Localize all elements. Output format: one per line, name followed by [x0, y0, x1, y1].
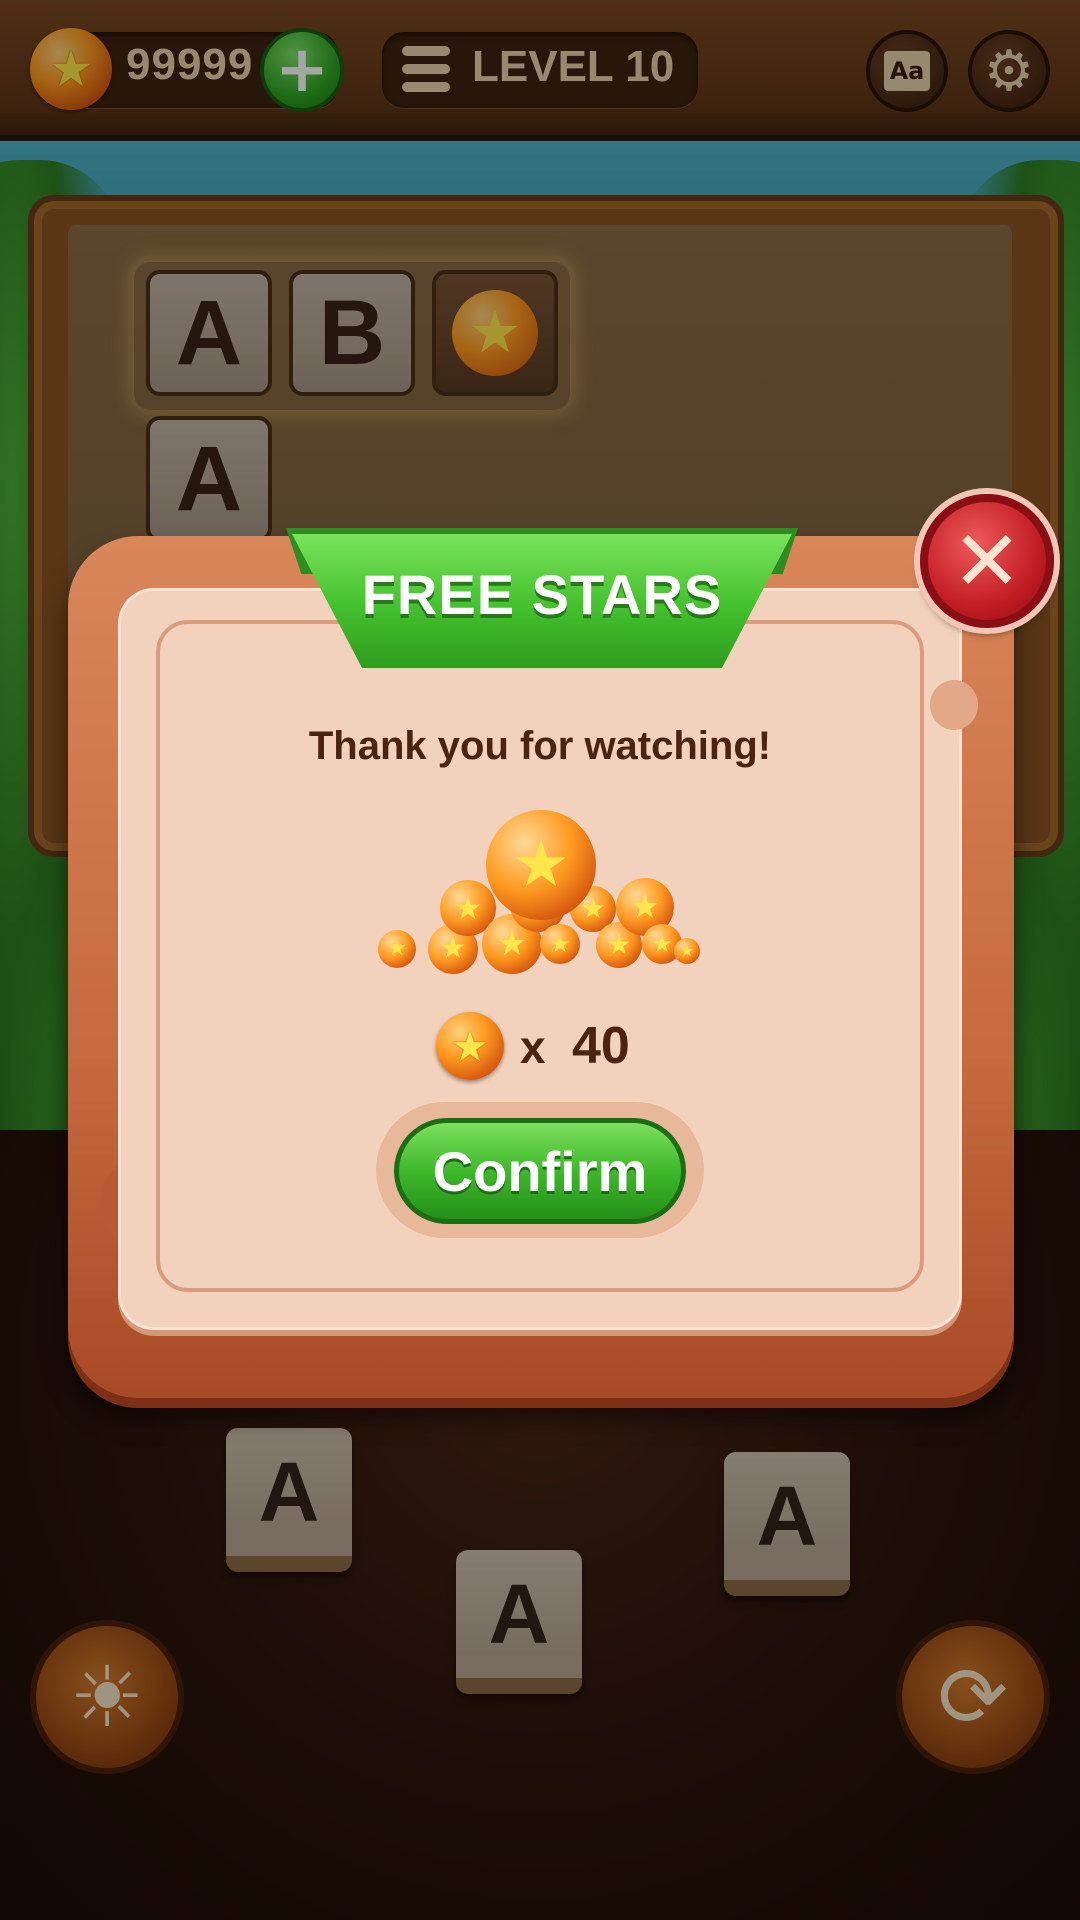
dialog-title: FREE STARS [361, 562, 723, 626]
dialog-notch-right [930, 680, 978, 730]
dialog-message: Thank you for watching! [308, 724, 772, 768]
dialog-title-banner: FREE STARS [286, 528, 798, 674]
reward-multiplier: x [520, 1021, 546, 1073]
reward-summary: ★ x 40 [436, 1012, 676, 1082]
reward-amount: 40 [572, 1017, 630, 1075]
close-button[interactable]: ✕ [920, 494, 1054, 628]
star-coin-pile-image: ★ ★ ★ ★ ★ ★ ★ ★ ★ ★ ★ ★ [370, 790, 710, 980]
confirm-button[interactable]: Confirm [394, 1118, 686, 1224]
star-coin-icon: ★ [436, 1012, 504, 1080]
close-icon: ✕ [951, 512, 1023, 610]
